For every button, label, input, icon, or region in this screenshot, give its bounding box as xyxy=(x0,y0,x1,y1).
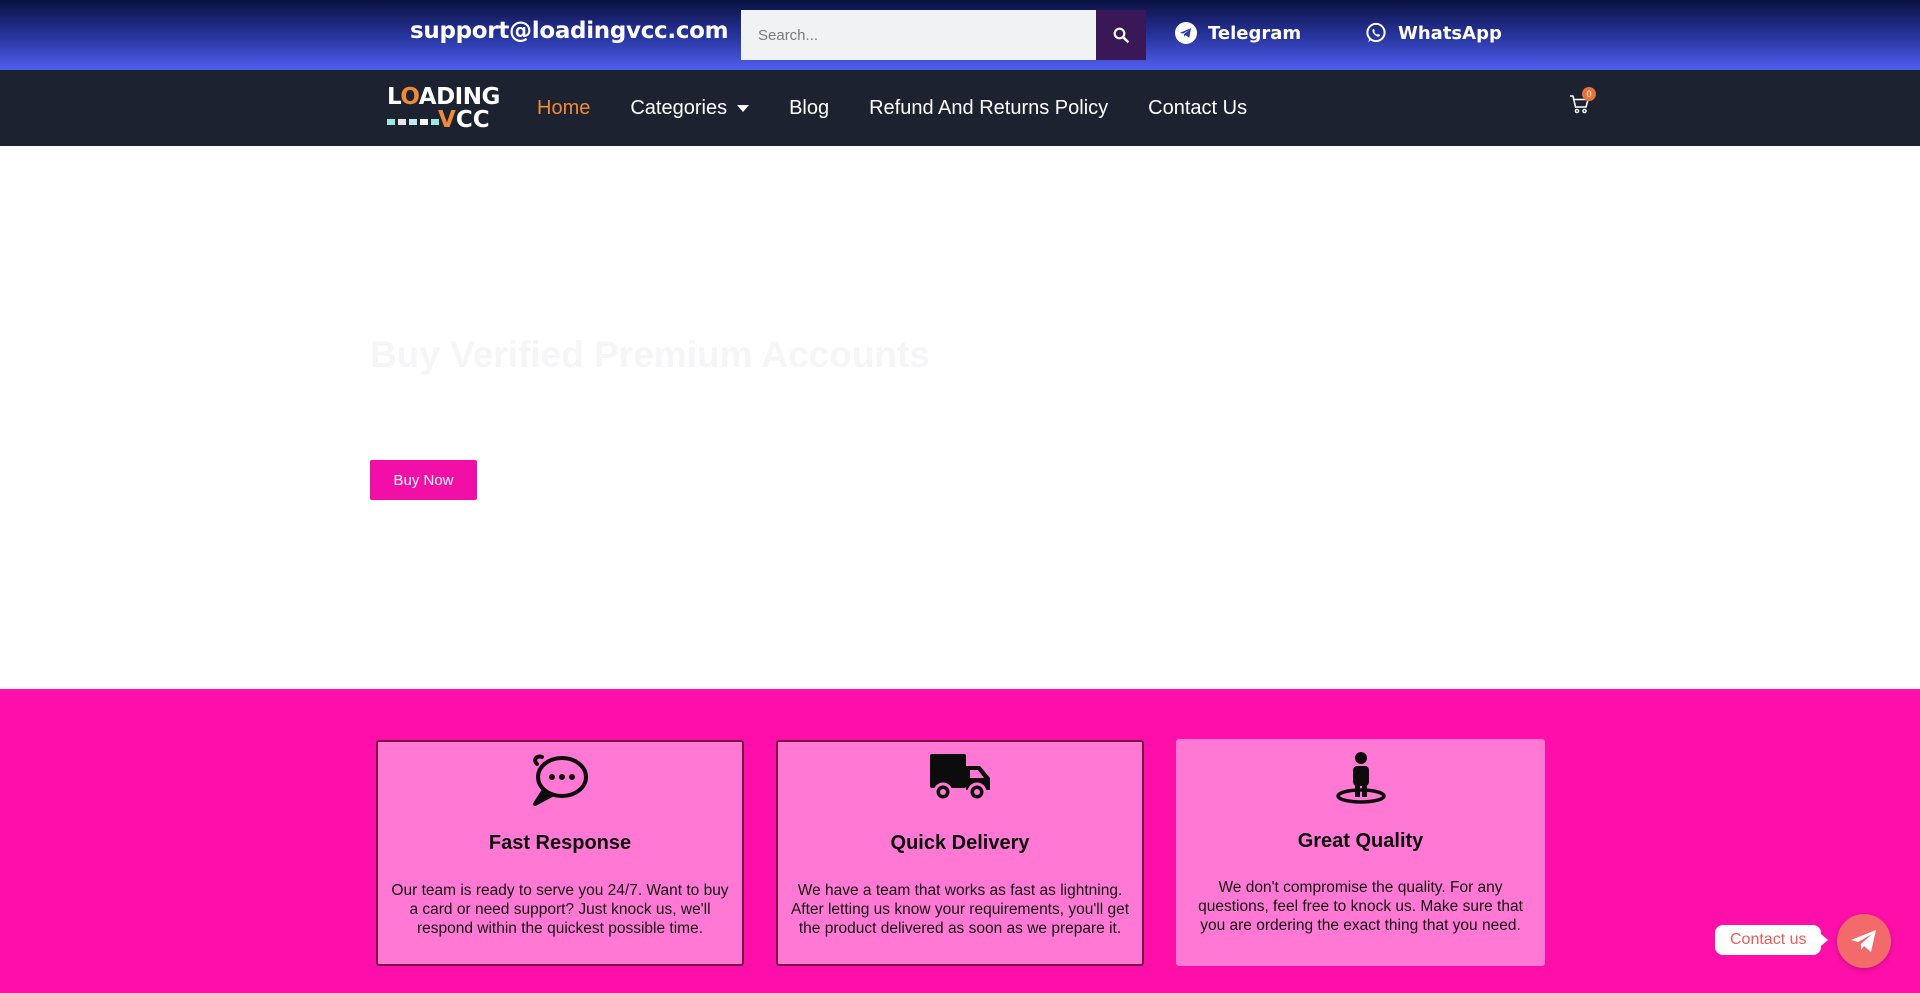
nav-item-contact-us[interactable]: Contact Us xyxy=(1148,97,1247,120)
telegram-link[interactable]: Telegram xyxy=(1175,22,1301,44)
features-section: Fast Response Our team is ready to serve… xyxy=(0,689,1920,993)
search-form xyxy=(741,10,1146,60)
logo-dots xyxy=(387,119,439,125)
nav-item-blog[interactable]: Blog xyxy=(789,97,829,120)
feature-text: We don't compromise the quality. For any… xyxy=(1198,879,1523,934)
caret-down-icon xyxy=(737,104,750,112)
feature-text: Our team is ready to serve you 24/7. Wan… xyxy=(391,882,729,937)
support-email[interactable]: support@loadingvcc.com xyxy=(410,18,729,44)
floating-contact-label[interactable]: Contact us xyxy=(1715,925,1830,955)
paper-plane-icon xyxy=(1851,930,1876,952)
floating-contact-button[interactable] xyxy=(1837,914,1891,968)
person-pin-icon xyxy=(1335,752,1386,804)
chat-bubble-icon xyxy=(533,754,588,806)
whatsapp-icon xyxy=(1366,22,1386,43)
search-button[interactable] xyxy=(1096,10,1146,60)
nav-item-categories[interactable]: Categories xyxy=(630,97,750,120)
whatsapp-link[interactable]: WhatsApp xyxy=(1365,22,1502,44)
hero-title: Buy Verified Premium Accounts xyxy=(370,334,930,375)
delivery-truck-icon xyxy=(930,754,990,802)
site-logo[interactable]: LOADING VCC xyxy=(384,82,500,134)
feature-title: Great Quality xyxy=(1297,830,1424,852)
feature-title: Fast Response xyxy=(488,832,632,854)
top-bar: support@loadingvcc.com Telegram WhatsApp xyxy=(0,0,1920,70)
telegram-icon xyxy=(1175,22,1197,44)
feature-card-quick-delivery: Quick Delivery We have a team that works… xyxy=(776,740,1144,966)
main-navbar: LOADING VCC Home Categories Blog Refund … xyxy=(0,70,1920,146)
buy-now-button[interactable]: Buy Now xyxy=(370,460,477,500)
nav-item-home[interactable]: Home xyxy=(537,97,590,120)
logo-text-line2: VCC xyxy=(438,107,490,133)
whatsapp-label: WhatsApp xyxy=(1398,22,1502,44)
cart-count-badge: 0 xyxy=(1582,87,1596,101)
nav-item-refund-policy[interactable]: Refund And Returns Policy xyxy=(869,97,1108,120)
search-input[interactable] xyxy=(741,10,1096,60)
cart-button[interactable]: 0 xyxy=(1568,87,1598,122)
telegram-label: Telegram xyxy=(1208,22,1302,44)
feature-card-great-quality: Great Quality We don't compromise the qu… xyxy=(1176,739,1545,966)
feature-text: We have a team that works as fast as lig… xyxy=(790,882,1130,937)
search-icon xyxy=(1113,27,1129,43)
feature-card-fast-response: Fast Response Our team is ready to serve… xyxy=(376,740,744,966)
nav-menu: Home Categories Blog Refund And Returns … xyxy=(537,70,1287,146)
feature-title: Quick Delivery xyxy=(890,832,1030,854)
